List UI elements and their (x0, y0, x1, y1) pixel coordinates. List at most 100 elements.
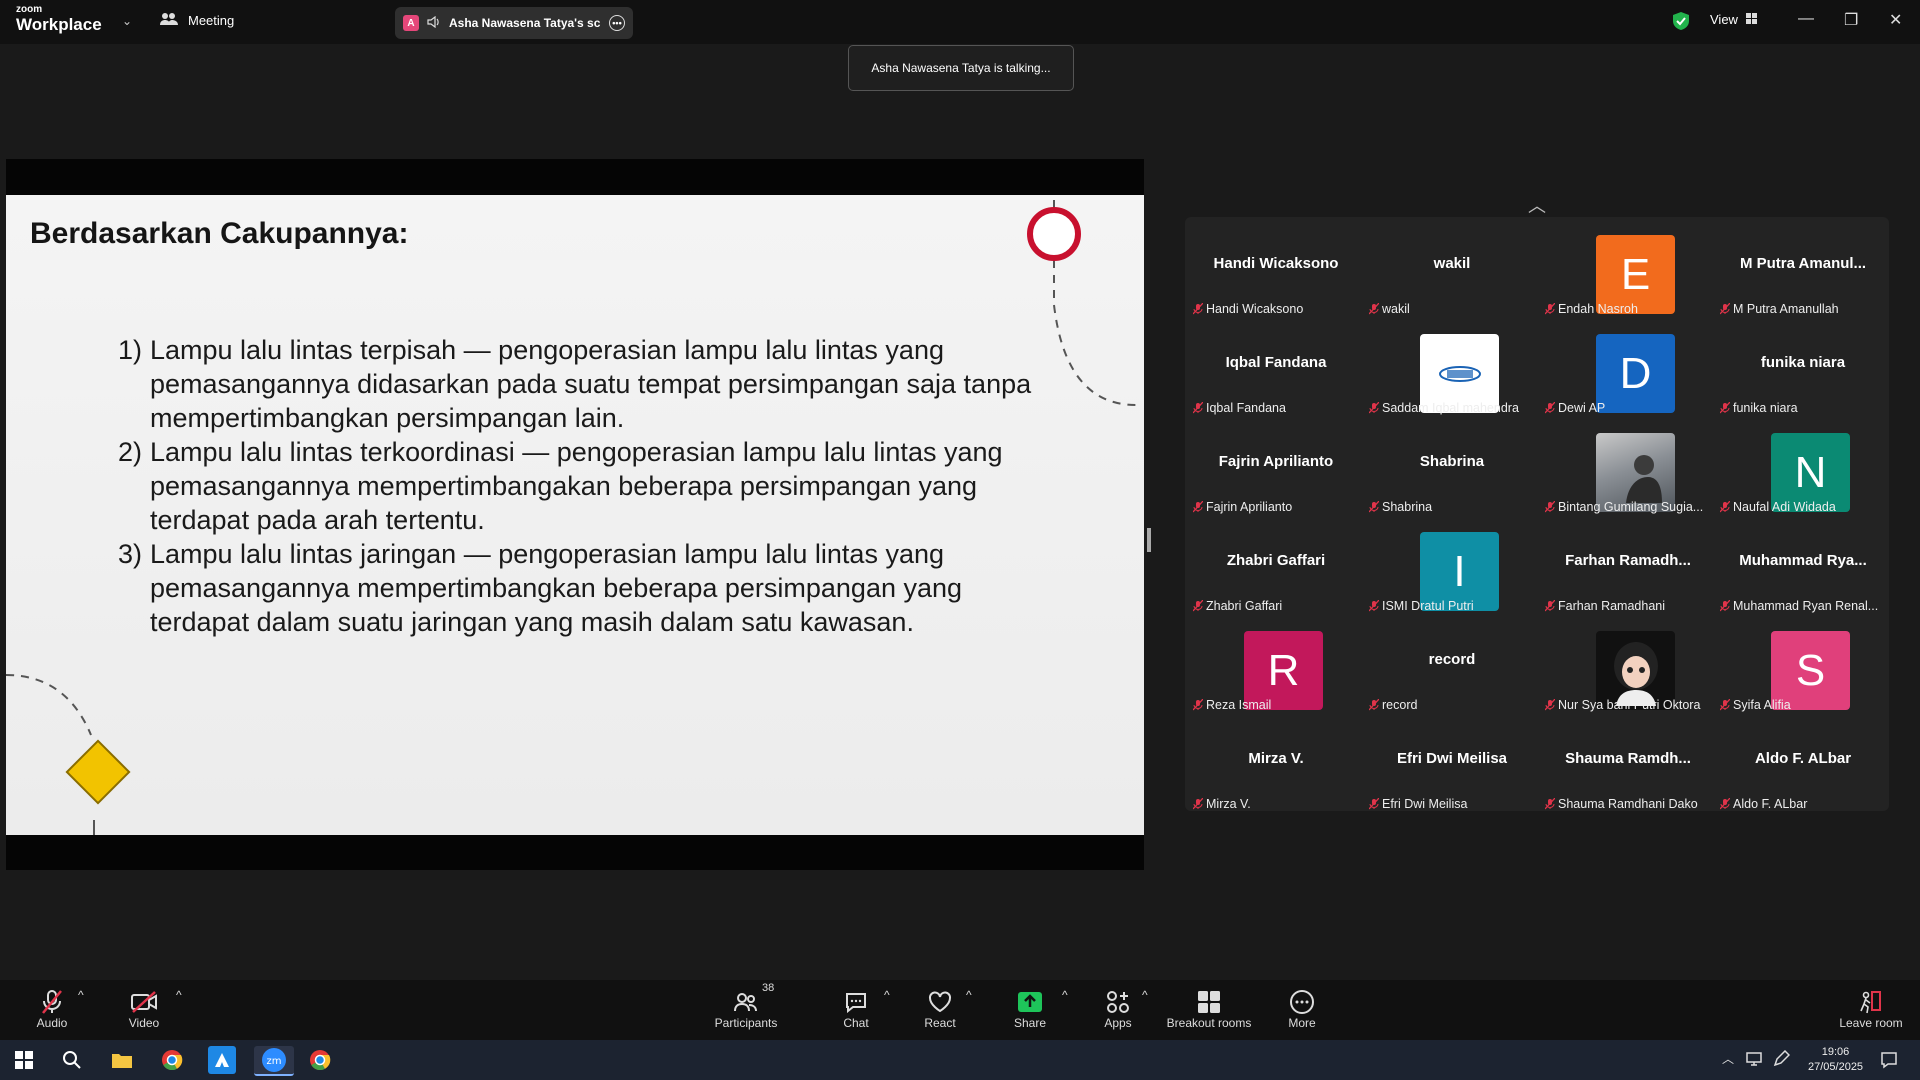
participant-name: Naufal Adi Widada (1733, 500, 1836, 514)
zoom-taskbar-icon[interactable]: zm (254, 1046, 294, 1076)
notification-icon[interactable] (1880, 1051, 1898, 1074)
participant-tile[interactable]: Zhabri Gaffari Zhabri Gaffari (1189, 522, 1363, 620)
participant-name-label: Muhammad Ryan Renal... (1720, 599, 1890, 613)
participant-name: Fajrin Aprilianto (1206, 500, 1293, 514)
participant-display-name: Aldo F. ALbar (1754, 750, 1852, 767)
participant-name-label: Syifa Alifia (1720, 698, 1890, 712)
splitter-handle[interactable] (1147, 528, 1151, 552)
breakout-rooms-button[interactable]: Breakout rooms (1164, 988, 1254, 1030)
chrome-profile-icon[interactable] (306, 1046, 334, 1074)
participant-tile[interactable]: Shabrina Shabrina (1365, 423, 1539, 521)
close-icon[interactable]: ✕ (1889, 10, 1902, 30)
participant-name-label: funika niara (1720, 401, 1890, 415)
meeting-menu[interactable]: Meeting (160, 12, 234, 29)
participants-button[interactable]: Participants (711, 988, 781, 1030)
slide-list-item: 3) Lampu lalu lintas jaringan — pengoper… (118, 537, 1068, 639)
zoom-workplace-logo[interactable]: zoom Workplace (16, 5, 102, 34)
system-clock[interactable]: 19:06 27/05/2025 (1808, 1045, 1863, 1075)
participant-tile[interactable]: Handi Wicaksono Handi Wicaksono (1189, 225, 1363, 323)
title-bar: zoom Workplace ⌄ Meeting A Asha Nawasena… (0, 0, 1920, 44)
sharer-avatar: A (403, 15, 419, 31)
participant-name-label: Efri Dwi Meilisa (1369, 797, 1539, 811)
caret-up-icon[interactable]: ^ (884, 988, 890, 1002)
share-label: Share (1013, 1016, 1047, 1030)
more-button[interactable]: More (1284, 988, 1320, 1030)
mic-muted-icon (1369, 303, 1379, 315)
participant-name: Mirza V. (1206, 797, 1251, 811)
participant-tile[interactable]: Muhammad Rya... Muhammad Ryan Renal... (1716, 522, 1890, 620)
react-button[interactable]: React (922, 988, 958, 1030)
item-number: 3) (118, 539, 143, 569)
chat-button[interactable]: Chat (838, 988, 874, 1030)
chevron-down-icon[interactable]: ⌄ (122, 14, 132, 28)
participant-tile[interactable]: Nur Sya bani Putri Oktora (1541, 621, 1715, 719)
azure-app-icon[interactable] (208, 1046, 236, 1074)
participant-tile[interactable]: Bintang Gumilang Sugia... (1541, 423, 1715, 521)
network-icon[interactable] (1745, 1051, 1763, 1072)
participant-display-name: Fajrin Aprilianto (1218, 453, 1334, 470)
screen-share-tab[interactable]: A Asha Nawasena Tatya's scree ••• (395, 7, 633, 39)
chevron-up-icon[interactable]: ︿ (1722, 1050, 1734, 1067)
grid-view-icon (1745, 12, 1757, 27)
restore-icon[interactable]: ❐ (1844, 10, 1858, 30)
participant-tile[interactable]: I ISMI Dratul Putri (1365, 522, 1539, 620)
mic-muted-icon (1193, 798, 1203, 810)
video-button[interactable]: Video (126, 988, 162, 1030)
participant-name-label: Iqbal Fandana (1193, 401, 1363, 415)
mic-muted-icon (1369, 600, 1379, 612)
view-button[interactable]: View (1710, 12, 1757, 27)
mic-muted-icon (1193, 501, 1203, 513)
caret-up-icon[interactable]: ^ (1062, 988, 1068, 1002)
people-icon (160, 12, 178, 29)
caret-up-icon[interactable]: ^ (176, 988, 182, 1002)
participant-tile[interactable]: R Reza Ismail (1189, 621, 1363, 719)
participant-display-name: Efri Dwi Meilisa (1396, 750, 1508, 767)
participant-tile[interactable]: S Syifa Alifia (1716, 621, 1890, 719)
participant-tile[interactable]: record record (1365, 621, 1539, 719)
participant-tile[interactable]: Farhan Ramadh... Farhan Ramadhani (1541, 522, 1715, 620)
apps-button[interactable]: Apps (1100, 988, 1136, 1030)
mic-muted-icon (34, 988, 70, 1016)
windows-start-icon[interactable] (10, 1046, 38, 1074)
participant-tile[interactable]: funika niara funika niara (1716, 324, 1890, 422)
chat-icon (838, 988, 874, 1016)
participant-name: Reza Ismail (1206, 698, 1272, 712)
file-explorer-icon[interactable] (108, 1046, 136, 1074)
participant-tile[interactable]: Fajrin Aprilianto Fajrin Aprilianto (1189, 423, 1363, 521)
shield-icon[interactable] (1672, 11, 1690, 36)
participant-tile[interactable]: D Dewi AP (1541, 324, 1715, 422)
pen-icon[interactable] (1772, 1049, 1791, 1073)
leave-room-button[interactable]: Leave room (1836, 988, 1906, 1030)
audio-button[interactable]: Audio (34, 988, 70, 1030)
clock-date: 27/05/2025 (1808, 1061, 1864, 1073)
participant-name-label: Reza Ismail (1193, 698, 1363, 712)
item-text: Lampu lalu lintas terkoordinasi — pengop… (150, 437, 1003, 535)
participant-tile[interactable]: E Endah Nasroh (1541, 225, 1715, 323)
participant-tile[interactable]: Shauma Ramdh... Shauma Ramdhani Dako (1541, 720, 1715, 818)
participant-name: Zhabri Gaffari (1206, 599, 1283, 613)
chevron-up-icon[interactable]: ︿ (1528, 192, 1546, 218)
participant-tile[interactable]: wakil wakil (1365, 225, 1539, 323)
participant-tile[interactable]: N Naufal Adi Widada (1716, 423, 1890, 521)
participant-tile[interactable]: Iqbal Fandana Iqbal Fandana (1189, 324, 1363, 422)
caret-up-icon[interactable]: ^ (1142, 988, 1148, 1002)
caret-up-icon[interactable]: ^ (78, 988, 84, 1002)
minimize-icon[interactable]: — (1798, 10, 1814, 28)
share-button[interactable]: Share (1012, 988, 1048, 1030)
participant-gallery: Handi Wicaksono Handi Wicaksono wakil wakil… (1185, 217, 1889, 811)
participant-name-label: record (1369, 698, 1539, 712)
participant-name-label: ISMI Dratul Putri (1369, 599, 1539, 613)
caret-up-icon[interactable]: ^ (966, 988, 972, 1002)
chrome-icon[interactable] (158, 1046, 186, 1074)
mic-muted-icon (1369, 699, 1379, 711)
search-icon[interactable] (58, 1046, 86, 1074)
participant-name: Dewi AP (1558, 401, 1606, 415)
participant-tile[interactable]: M Putra Amanul... M Putra Amanullah (1716, 225, 1890, 323)
leave-room-icon (1836, 988, 1906, 1016)
more-options-icon[interactable]: ••• (609, 15, 625, 31)
participant-tile[interactable]: Mirza V. Mirza V. (1189, 720, 1363, 818)
meeting-toolbar: Audio ^ Video ^ 38 Participants Chat ^ R… (0, 980, 1920, 1040)
participant-tile[interactable]: Saddam Iqbal mahendra (1365, 324, 1539, 422)
participant-tile[interactable]: Efri Dwi Meilisa Efri Dwi Meilisa (1365, 720, 1539, 818)
participant-tile[interactable]: Aldo F. ALbar Aldo F. ALbar (1716, 720, 1890, 818)
